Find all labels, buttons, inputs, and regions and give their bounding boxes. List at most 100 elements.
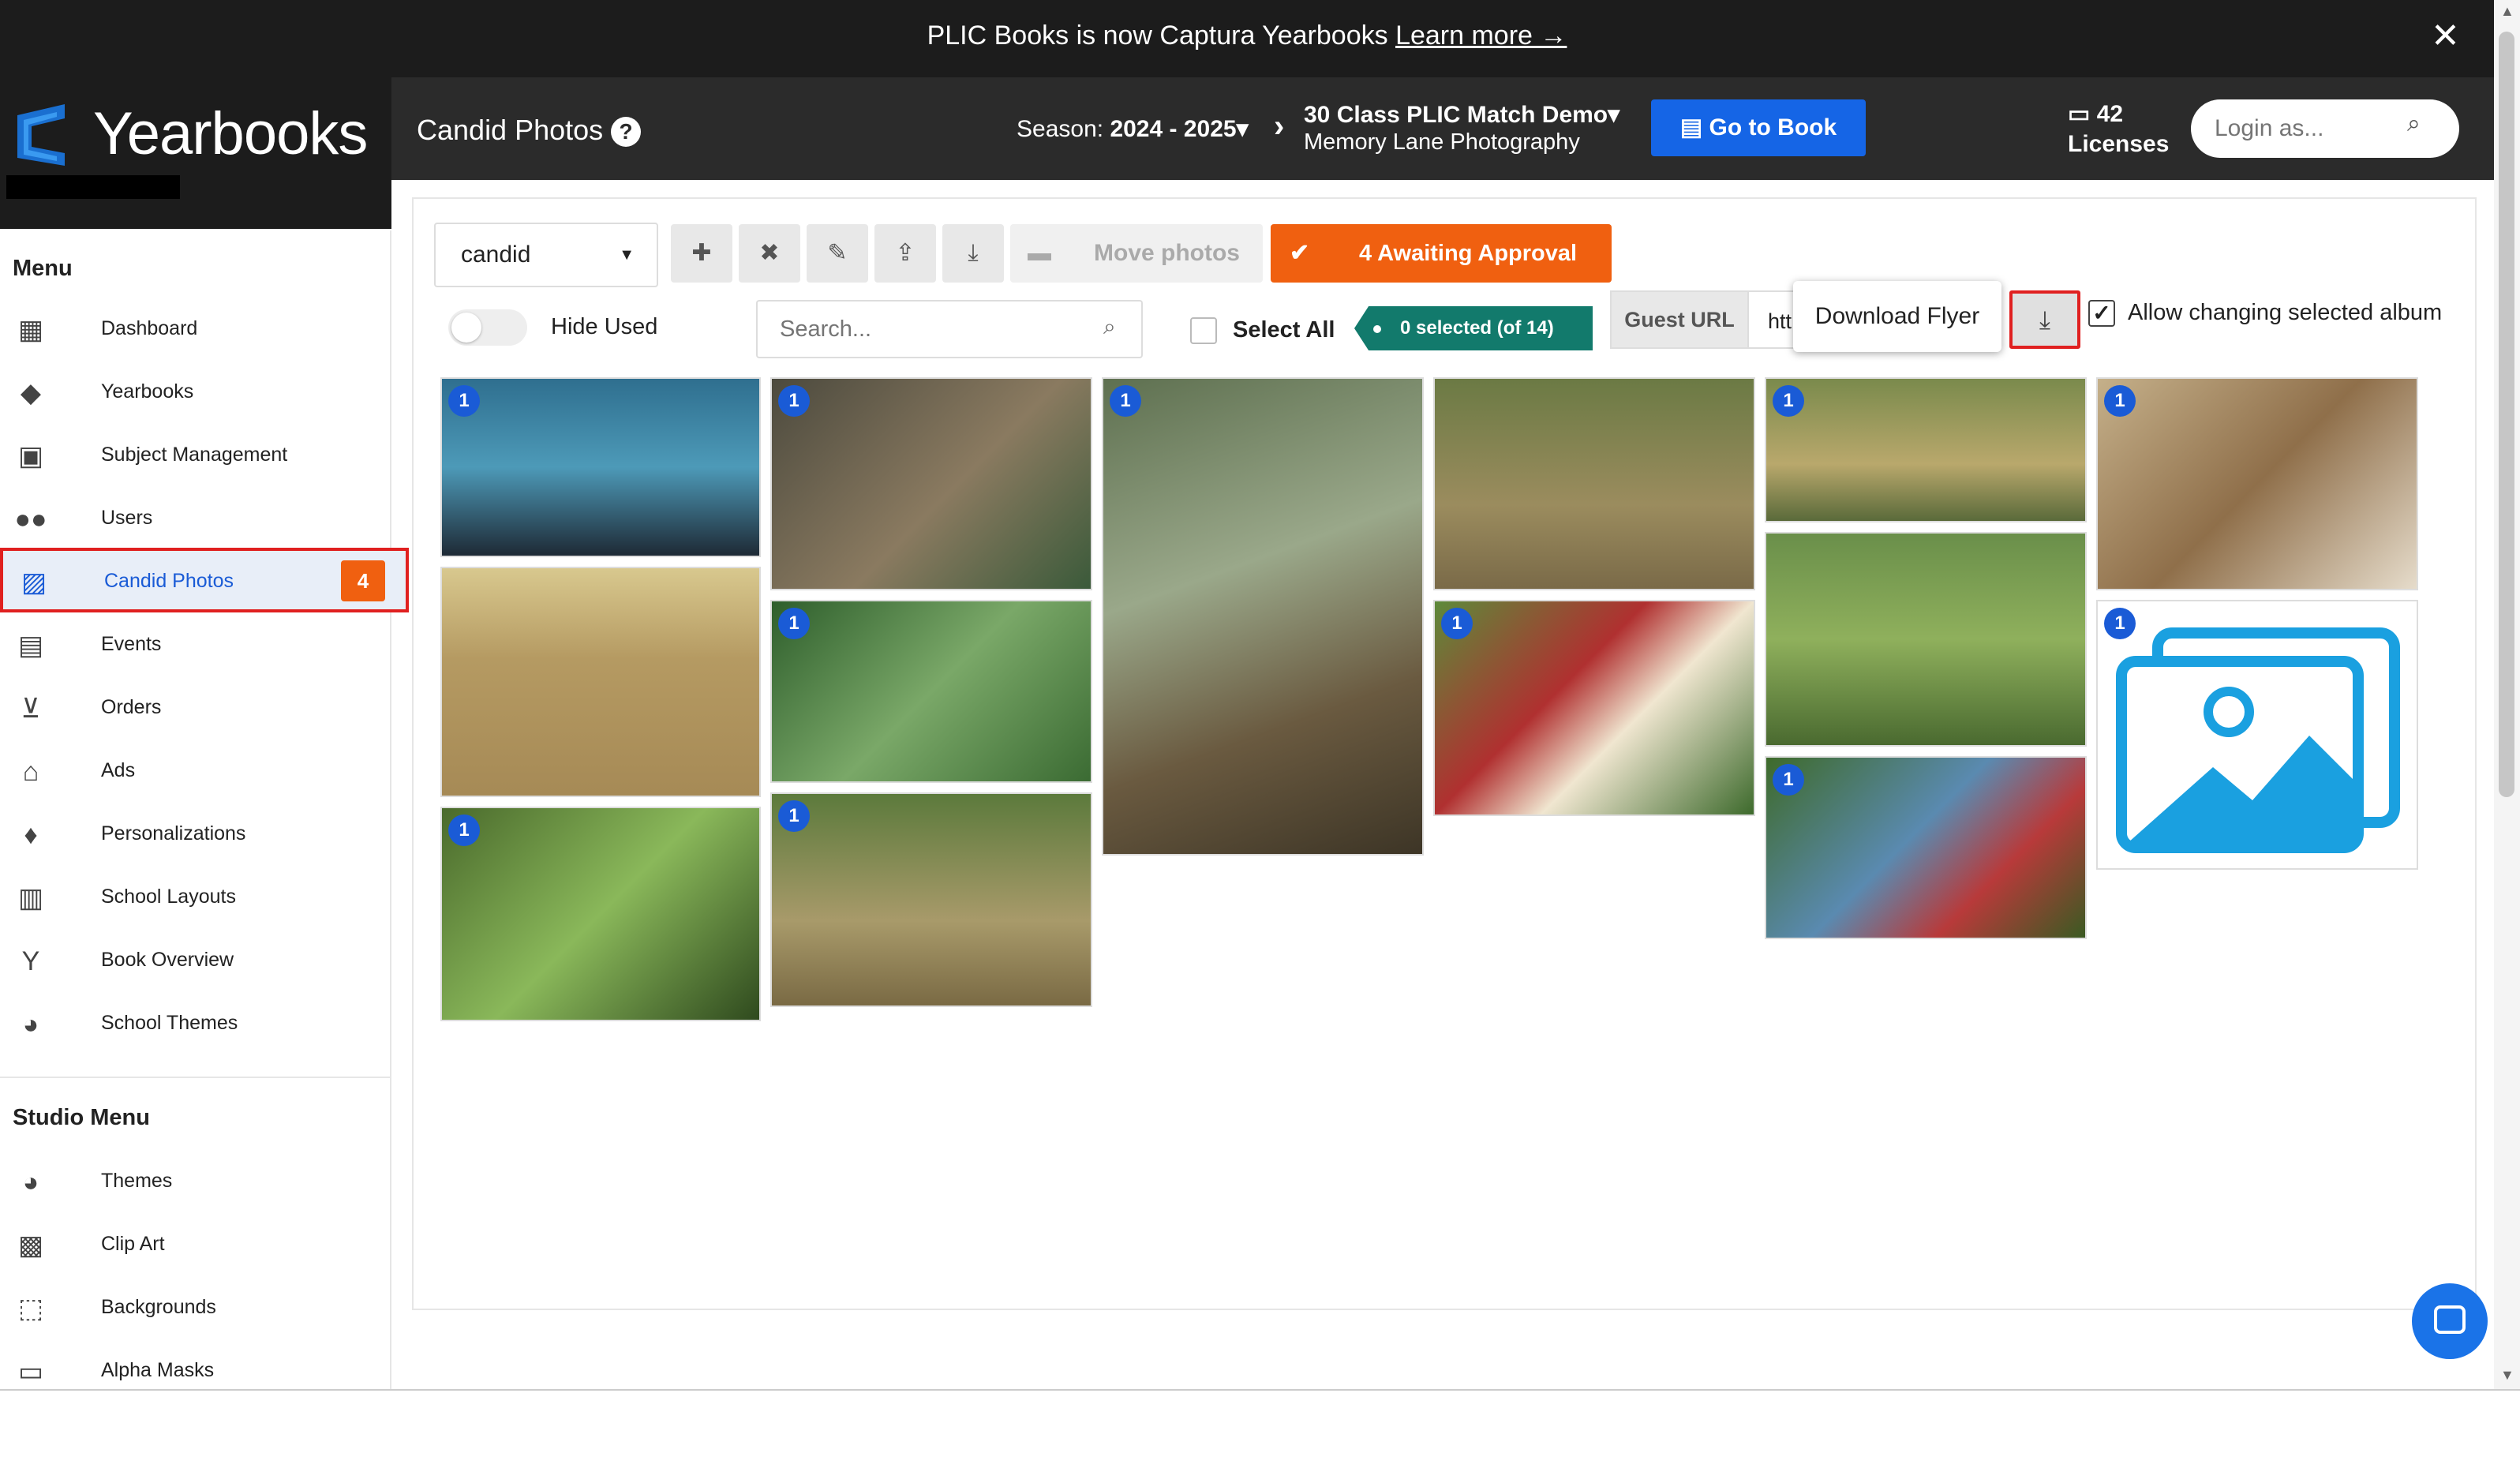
sidebar-item-book-overview[interactable]: Y Book Overview bbox=[0, 930, 391, 993]
close-icon[interactable]: ✕ bbox=[2431, 19, 2460, 54]
toggle-knob bbox=[451, 313, 481, 343]
caret-down-icon: ▼ bbox=[619, 246, 635, 264]
upload-icon: ⇪ bbox=[895, 240, 916, 266]
scroll-up-icon[interactable]: ▲ bbox=[2500, 3, 2514, 20]
layout-icon: ▥ bbox=[17, 883, 44, 913]
logo-text: Yearbooks bbox=[93, 100, 368, 167]
hide-used-label: Hide Used bbox=[551, 314, 658, 339]
photo-thumbnail[interactable]: 1 bbox=[1433, 600, 1755, 816]
hide-used-toggle[interactable] bbox=[448, 309, 527, 346]
sidebar-item-school-layouts[interactable]: ▥ School Layouts bbox=[0, 867, 391, 930]
sidebar-item-themes[interactable]: ◕ Themes bbox=[0, 1151, 391, 1214]
photo-thumbnail[interactable]: 1 bbox=[1765, 756, 2087, 939]
person-icon: ♦ bbox=[24, 820, 38, 850]
sidebar-item-subject-management[interactable]: ▣ Subject Management bbox=[0, 425, 391, 488]
download-flyer-tooltip: Download Flyer bbox=[1793, 281, 2001, 352]
photo-thumbnail[interactable] bbox=[440, 567, 761, 797]
book-selector[interactable]: 30 Class PLIC Match Demo▾ bbox=[1304, 101, 1619, 129]
photos-icon: ▨ bbox=[21, 567, 47, 597]
logo[interactable]: Yearbooks bbox=[0, 77, 391, 229]
go-to-book-button[interactable]: ▤ Go to Book bbox=[1651, 99, 1866, 156]
usage-badge: 1 bbox=[778, 800, 810, 832]
sidebar-divider bbox=[0, 1077, 391, 1078]
studio-menu-heading: Studio Menu bbox=[13, 1105, 150, 1130]
sidebar-item-ads[interactable]: ⌂ Ads bbox=[0, 740, 391, 803]
season-selector[interactable]: Season: 2024 - 2025▾ bbox=[1017, 115, 1249, 143]
sidebar-item-backgrounds[interactable]: ⬚ Backgrounds bbox=[0, 1277, 391, 1340]
usage-badge: 1 bbox=[778, 385, 810, 417]
select-all-checkbox[interactable] bbox=[1190, 317, 1217, 344]
select-all-label[interactable]: Select All bbox=[1233, 317, 1335, 343]
sidebar-item-alpha-masks[interactable]: ▭ Alpha Masks bbox=[0, 1340, 391, 1403]
announcement-banner: PLIC Books is now Captura Yearbooks Lear… bbox=[0, 0, 2494, 77]
photo-thumbnail[interactable]: 1 bbox=[770, 600, 1092, 783]
season-label: Season: bbox=[1017, 116, 1104, 142]
card-icon: ▭ bbox=[2068, 101, 2097, 127]
photo-thumbnail[interactable]: 1 bbox=[2096, 377, 2418, 590]
search-icon: ⌕ bbox=[1103, 314, 1116, 339]
usage-badge: 1 bbox=[778, 608, 810, 639]
awaiting-badge: 4 bbox=[341, 560, 385, 601]
folder-icon: ▬ bbox=[1028, 240, 1051, 266]
learn-more-link[interactable]: Learn more → bbox=[1395, 21, 1567, 51]
chat-button[interactable] bbox=[2412, 1283, 2488, 1359]
search-icon[interactable]: ⌕ bbox=[2407, 110, 2421, 137]
selected-count-tag: 0 selected (of 14) bbox=[1354, 306, 1593, 350]
sidebar-item-school-themes[interactable]: ◕ School Themes bbox=[0, 993, 391, 1056]
photo-thumbnail[interactable]: 1 bbox=[770, 377, 1092, 590]
photo-thumbnail[interactable]: 1 bbox=[440, 807, 761, 1021]
sidebar-item-users[interactable]: ●● Users bbox=[0, 488, 391, 551]
clipart-icon: ▩ bbox=[17, 1230, 44, 1260]
search-input[interactable] bbox=[756, 300, 1143, 358]
photo-thumbnail[interactable]: 1 bbox=[440, 377, 761, 557]
photo-thumbnail[interactable] bbox=[1765, 532, 2087, 747]
sidebar: Menu ▦ Dashboard ◆ Yearbooks ▣ Subject Mana… bbox=[0, 230, 409, 1389]
photo-thumbnail[interactable]: 1 bbox=[1102, 377, 1424, 856]
delete-photo-button[interactable]: ✖ bbox=[739, 224, 800, 283]
allow-changing-label: Allow changing selected album bbox=[2128, 300, 2443, 325]
download-button[interactable]: ⤓ bbox=[942, 224, 1004, 283]
licenses-indicator: ▭ 42 Licenses bbox=[2068, 101, 2170, 157]
edit-icon: ✎ bbox=[827, 240, 848, 266]
move-photos-button[interactable]: ▬ Move photos bbox=[1010, 224, 1263, 283]
photo-thumbnail[interactable]: 1 bbox=[1765, 377, 2087, 522]
fork-icon: Y bbox=[21, 946, 40, 976]
logo-redaction-bar bbox=[6, 175, 180, 199]
usage-badge: 1 bbox=[1773, 764, 1804, 796]
sidebar-item-orders[interactable]: ⊻ Orders bbox=[0, 677, 391, 740]
plus-icon: ✚ bbox=[691, 240, 712, 266]
users-icon: ●● bbox=[14, 504, 47, 534]
menu-heading: Menu bbox=[13, 256, 73, 281]
usage-badge: 1 bbox=[1110, 385, 1141, 417]
sidebar-item-personalizations[interactable]: ♦ Personalizations bbox=[0, 803, 391, 867]
image-placeholder-icon bbox=[2116, 627, 2400, 853]
scrollbar-thumb[interactable] bbox=[2499, 32, 2514, 797]
top-header: Yearbooks Candid Photos ? Season: 2024 -… bbox=[0, 77, 2494, 229]
season-value: 2024 - 2025▾ bbox=[1110, 116, 1249, 142]
photo-placeholder[interactable]: 1 bbox=[2096, 600, 2418, 870]
download-icon: ⤓ bbox=[968, 240, 979, 266]
viewport-bottom-edge bbox=[0, 1389, 2520, 1391]
download-flyer-button[interactable]: ⤓ bbox=[2009, 290, 2080, 349]
scroll-down-icon[interactable]: ▼ bbox=[2500, 1367, 2514, 1384]
guest-url-field[interactable]: htt bbox=[1749, 290, 1796, 349]
photo-thumbnail[interactable]: 1 bbox=[770, 792, 1092, 1007]
palette-icon: ◕ bbox=[22, 1009, 39, 1039]
awaiting-approval-button[interactable]: ✔ 4 Awaiting Approval bbox=[1271, 224, 1612, 283]
help-icon[interactable]: ? bbox=[611, 117, 641, 147]
close-icon: ✖ bbox=[759, 240, 780, 266]
edit-photo-button[interactable]: ✎ bbox=[807, 224, 868, 283]
sidebar-item-candid-photos[interactable]: ▨ Candid Photos 4 bbox=[0, 548, 409, 612]
album-select[interactable]: candid ▼ bbox=[434, 223, 658, 287]
download-icon: ⤓ bbox=[2039, 305, 2051, 334]
mask-icon: ▭ bbox=[17, 1357, 44, 1387]
add-photo-button[interactable]: ✚ bbox=[671, 224, 732, 283]
upload-button[interactable]: ⇪ bbox=[874, 224, 936, 283]
allow-changing-checkbox[interactable]: ✓ bbox=[2088, 300, 2115, 327]
sidebar-item-dashboard[interactable]: ▦ Dashboard bbox=[0, 298, 391, 361]
palette-icon: ◕ bbox=[22, 1167, 39, 1197]
sidebar-item-yearbooks[interactable]: ◆ Yearbooks bbox=[0, 361, 391, 425]
photo-thumbnail[interactable] bbox=[1433, 377, 1755, 590]
sidebar-item-events[interactable]: ▤ Events bbox=[0, 614, 391, 677]
sidebar-item-clip-art[interactable]: ▩ Clip Art bbox=[0, 1214, 391, 1277]
